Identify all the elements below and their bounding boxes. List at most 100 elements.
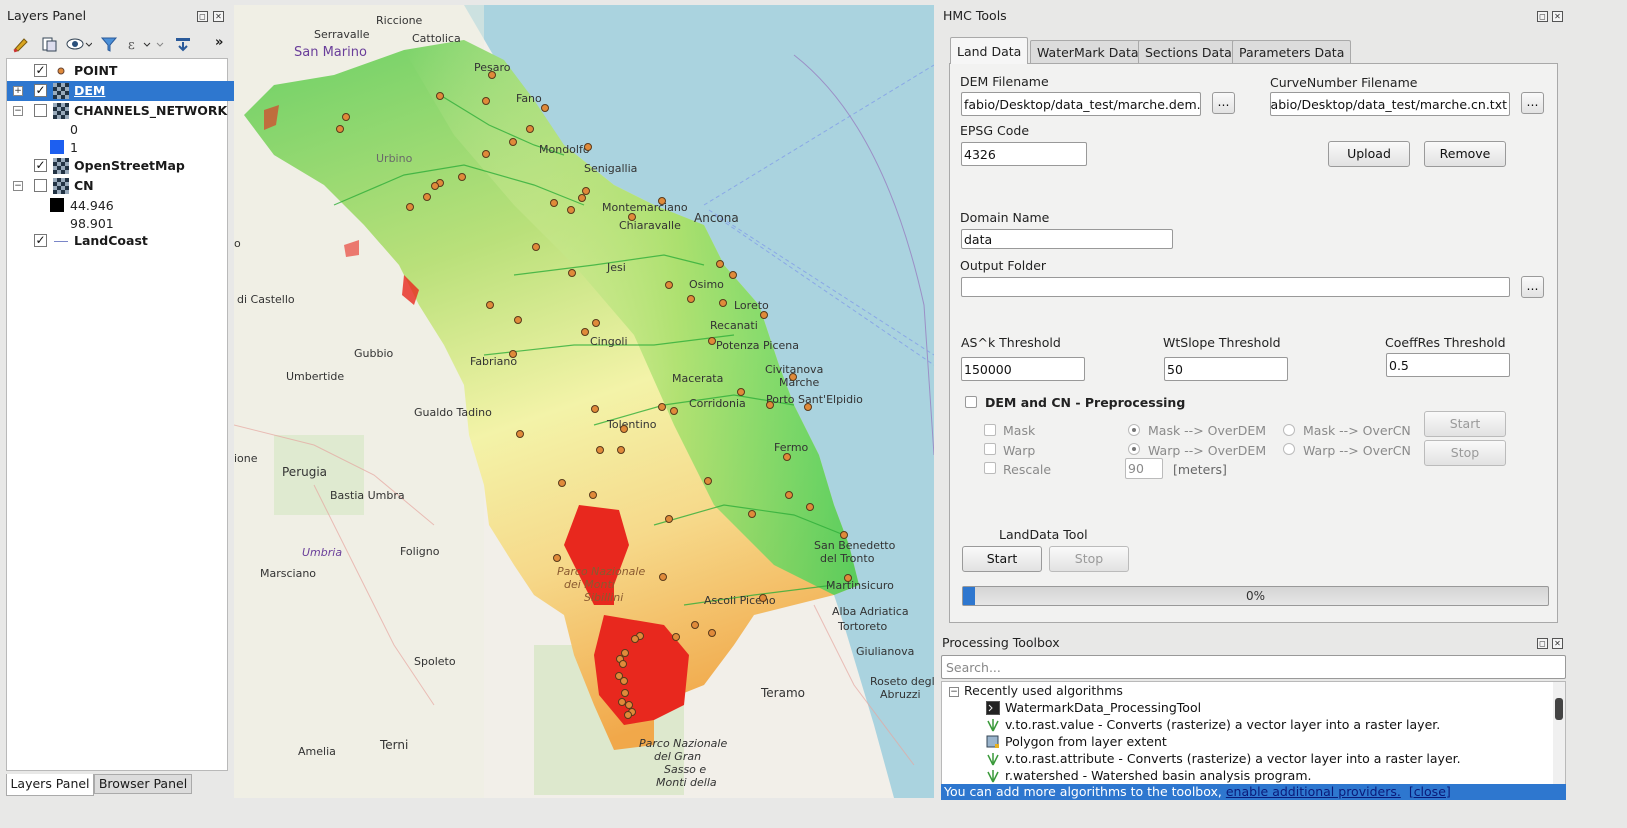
dem-browse-button[interactable]: ... (1212, 92, 1235, 114)
warp-checkbox[interactable] (984, 443, 996, 455)
progress-text: 0% (1245, 589, 1266, 603)
mask-overdem-radio[interactable] (1128, 424, 1140, 436)
rescale-value-field[interactable]: 90 (1125, 458, 1163, 479)
svg-text:Martinsicuro: Martinsicuro (826, 579, 894, 592)
close-icon[interactable]: ✕ (1552, 11, 1563, 22)
tree-scrollbar[interactable] (1553, 682, 1565, 790)
recent-group-label[interactable]: Recently used algorithms (964, 683, 1123, 698)
close-icon[interactable]: ✕ (213, 11, 224, 22)
svg-text:Marche: Marche (779, 376, 820, 389)
add-group-icon[interactable] (40, 35, 58, 53)
output-folder-field[interactable] (961, 277, 1510, 297)
expand-icon[interactable]: + (13, 86, 23, 96)
algorithm-item[interactable]: WatermarkData_ProcessingTool (1005, 700, 1201, 715)
tab-watermark-data[interactable]: WaterMark Data (1030, 40, 1146, 63)
svg-text:o: o (234, 237, 241, 250)
layer-row-point[interactable]: ✓ POINT (7, 61, 234, 81)
algorithm-item[interactable]: Polygon from layer extent (1005, 734, 1167, 749)
style-icon[interactable] (12, 35, 30, 53)
svg-text:ε: ε (128, 38, 135, 53)
svg-text:Parco Nazionale: Parco Nazionale (557, 565, 645, 578)
epsg-code-field[interactable]: 4326 (961, 142, 1087, 166)
collapse-icon[interactable]: − (949, 687, 959, 697)
tab-parameters-data[interactable]: Parameters Data (1232, 40, 1352, 63)
layer-checkbox[interactable]: ✓ (34, 84, 47, 97)
preprocessing-checkbox[interactable] (965, 396, 977, 408)
wtslope-threshold-field[interactable]: 50 (1164, 357, 1288, 381)
preproc-stop-button[interactable]: Stop (1424, 440, 1506, 466)
domain-name-field[interactable]: data (961, 229, 1173, 249)
svg-text:Fermo: Fermo (774, 441, 809, 454)
warp-overdem-radio[interactable] (1128, 443, 1140, 455)
tab-land-data[interactable]: Land Data (950, 37, 1029, 64)
warp-overcn-radio[interactable] (1283, 443, 1295, 455)
svg-text:Spoleto: Spoleto (414, 655, 456, 668)
layer-row-cn[interactable]: − CN (7, 176, 234, 196)
algorithm-item[interactable]: v.to.rast.attribute - Converts (rasteriz… (1005, 751, 1461, 766)
tab-sections-data[interactable]: Sections Data (1138, 40, 1239, 63)
collapse-icon[interactable]: − (13, 106, 23, 116)
layer-row-landcoast[interactable]: ✓ LandCoast (7, 231, 234, 251)
expand-all-icon[interactable] (154, 35, 168, 53)
output-browse-button[interactable]: ... (1521, 276, 1544, 298)
point-icon (57, 67, 65, 75)
float-icon[interactable]: ◻ (1537, 11, 1548, 22)
collapse-icon[interactable]: − (13, 181, 23, 191)
tab-browser-panel[interactable]: Browser Panel (94, 774, 192, 794)
layer-tree: ✓ POINT + ✓ DEM − CHANNELS_NETWORK 0 1 ✓… (6, 58, 234, 771)
layer-row-openstreetmap[interactable]: ✓ OpenStreetMap (7, 156, 234, 176)
algorithm-item[interactable]: v.to.rast.value - Converts (rasterize) a… (1005, 717, 1440, 732)
visibility-icon[interactable] (66, 35, 92, 53)
layer-name: CN (74, 178, 94, 193)
svg-text:Jesi: Jesi (606, 261, 626, 274)
enable-providers-link[interactable]: enable additional providers. (1226, 784, 1401, 799)
map-canvas[interactable]: Riccione Serravalle Cattolica San Marino… (234, 5, 934, 798)
svg-text:Loreto: Loreto (734, 299, 769, 312)
layer-row-channels-network[interactable]: − CHANNELS_NETWORK (7, 101, 234, 121)
ask-threshold-field[interactable]: 150000 (961, 357, 1085, 381)
rescale-checkbox[interactable] (984, 462, 996, 474)
layer-checkbox[interactable]: ✓ (34, 234, 47, 247)
layer-row-dem[interactable]: + ✓ DEM (7, 81, 234, 101)
remove-button[interactable]: Remove (1424, 141, 1506, 167)
mask-checkbox[interactable] (984, 424, 996, 436)
layer-checkbox[interactable]: ✓ (34, 64, 47, 77)
toolbox-search-input[interactable]: Search... (941, 655, 1566, 679)
progress-bar: 0% (962, 586, 1549, 606)
svg-text:Potenza Picena: Potenza Picena (716, 339, 799, 352)
layer-checkbox[interactable]: ✓ (34, 159, 47, 172)
landdata-stop-button[interactable]: Stop (1049, 546, 1129, 572)
scrollbar-thumb[interactable] (1555, 698, 1563, 720)
close-link[interactable]: [close] (1409, 784, 1451, 799)
svg-text:Tolentino: Tolentino (606, 418, 657, 431)
coeffres-threshold-field[interactable]: 0.5 (1386, 353, 1510, 377)
curvenumber-filename-field[interactable]: e/fabio/Desktop/data_test/marche.cn.txt (1270, 92, 1510, 116)
svg-text:Gubbio: Gubbio (354, 347, 394, 360)
layers-toolbar: ε » (8, 33, 230, 55)
script-icon (986, 701, 1000, 715)
mask-overcn-radio[interactable] (1283, 424, 1295, 436)
upload-button[interactable]: Upload (1328, 141, 1410, 167)
svg-text:Ancona: Ancona (694, 211, 739, 225)
cn-browse-button[interactable]: ... (1521, 92, 1544, 114)
expression-filter-icon[interactable]: ε (126, 35, 152, 53)
filter-icon[interactable] (100, 35, 118, 53)
landdata-start-button[interactable]: Start (962, 546, 1042, 572)
svg-text:Corridonia: Corridonia (689, 397, 746, 410)
float-icon[interactable]: ◻ (197, 11, 208, 22)
tab-layers-panel[interactable]: Layers Panel (6, 774, 94, 796)
svg-text:Bastia Umbra: Bastia Umbra (330, 489, 405, 502)
svg-text:Senigallia: Senigallia (584, 162, 637, 175)
preproc-start-button[interactable]: Start (1424, 411, 1506, 437)
svg-text:Recanati: Recanati (710, 319, 758, 332)
layer-checkbox[interactable] (34, 179, 47, 192)
svg-text:del Gran: del Gran (654, 750, 701, 763)
more-icon[interactable]: » (215, 35, 223, 50)
close-icon[interactable]: ✕ (1552, 638, 1563, 649)
dem-filename-field[interactable]: fabio/Desktop/data_test/marche.dem.txt (961, 92, 1201, 116)
float-icon[interactable]: ◻ (1537, 638, 1548, 649)
svg-text:Sibillini: Sibillini (584, 591, 623, 604)
algorithm-item[interactable]: r.watershed - Watershed basin analysis p… (1005, 768, 1311, 783)
remove-layer-icon[interactable] (174, 35, 192, 53)
layer-checkbox[interactable] (34, 104, 47, 117)
